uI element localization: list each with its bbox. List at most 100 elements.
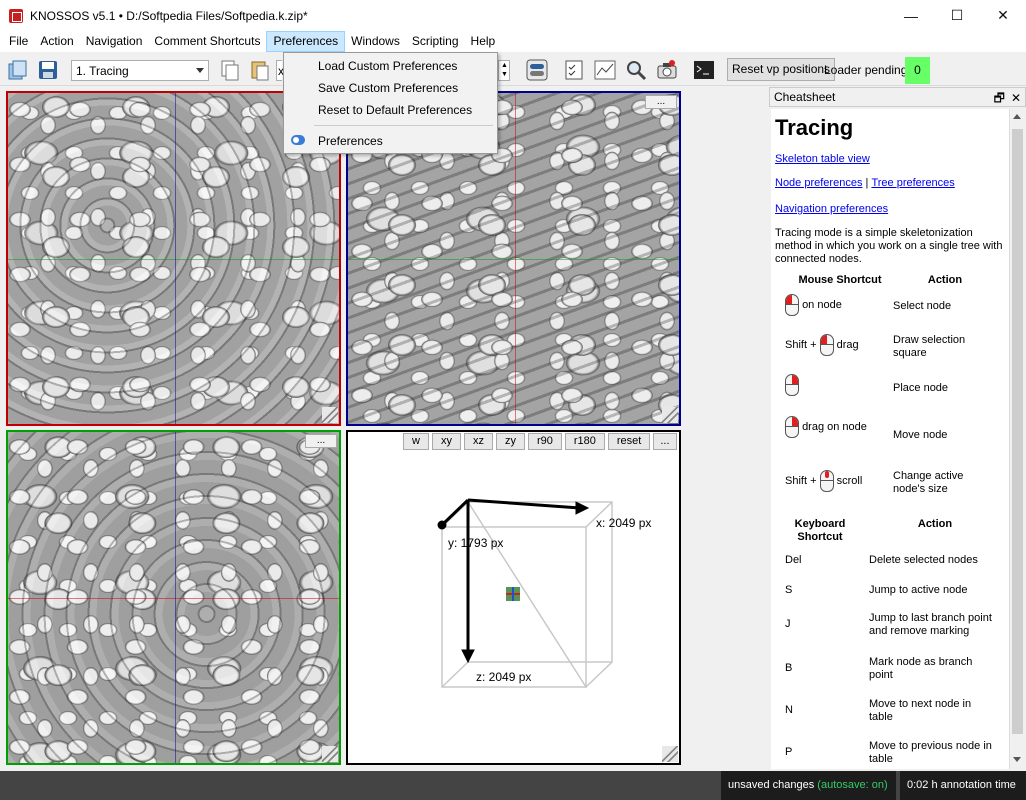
toolbar: 1. Tracing x ▲ ▼ Reset vp positions Load… xyxy=(0,53,1026,86)
open-file-icon[interactable] xyxy=(6,58,30,82)
spinbox[interactable]: ▲ ▼ xyxy=(498,60,510,81)
right-click-mouse-icon xyxy=(785,374,799,396)
menu-save-custom-preferences[interactable]: Save Custom Preferences xyxy=(284,78,497,98)
mouse-shortcut-header: Mouse Shortcut xyxy=(798,274,882,286)
kb-key-p: P xyxy=(785,746,793,758)
resize-handle-icon[interactable] xyxy=(322,407,338,423)
mouse-action-select: Select node xyxy=(893,300,952,312)
title-bar: KNOSSOS v5.1 • D:/Softpedia Files/Softpe… xyxy=(0,0,1026,31)
keyboard-shortcut-header: Keyboard Shortcut xyxy=(794,518,846,543)
loader-pending-count: 0 xyxy=(905,57,930,84)
mouse-row-move: drag on node xyxy=(785,416,875,438)
kb-key-b: B xyxy=(785,662,793,674)
kb-action-p: Move to previous node in table xyxy=(869,740,992,765)
mouse-action-draw-selection: Draw selection square xyxy=(893,334,966,359)
kb-key-j: J xyxy=(785,618,791,630)
toggle-icon[interactable] xyxy=(525,58,549,82)
loader-pending-label: Loader pending: xyxy=(824,63,911,77)
tracing-intro-text: Tracing mode is a simple skeletonization… xyxy=(775,227,1003,265)
partial-combo[interactable]: x xyxy=(276,60,284,81)
mouse-row-draw-selection: Shift + drag xyxy=(785,334,859,356)
scrollbar-thumb[interactable] xyxy=(1012,129,1023,734)
mouse-action-move: Move node xyxy=(893,429,948,441)
resize-handle-icon[interactable] xyxy=(662,746,678,762)
knossos-app-icon xyxy=(9,8,23,23)
mode-select-value: 1. Tracing xyxy=(76,63,129,78)
terminal-icon[interactable] xyxy=(692,58,716,82)
viewport-zy[interactable]: ... xyxy=(6,430,341,765)
copy-icon[interactable] xyxy=(218,58,242,82)
menu-action[interactable]: Action xyxy=(34,31,79,52)
status-bar: unsaved changes (autosave: on) 0:02 h an… xyxy=(0,771,1026,800)
menu-file[interactable]: File xyxy=(3,31,34,52)
zoom-icon[interactable] xyxy=(624,58,648,82)
mode-select[interactable]: 1. Tracing xyxy=(71,60,209,81)
paste-icon[interactable] xyxy=(248,58,272,82)
snapshot-camera-icon[interactable] xyxy=(655,58,679,82)
mouse-action-header: Action xyxy=(927,274,963,286)
cheatsheet-header: Cheatsheet 🗗 ✕ xyxy=(769,87,1026,107)
spin-down-icon[interactable]: ▼ xyxy=(501,71,508,78)
kb-action-b: Mark node as branch point xyxy=(869,656,973,681)
menu-preferences[interactable]: Preferences xyxy=(266,31,346,52)
z-dimension-label: z: 2049 px xyxy=(476,670,532,684)
cheatsheet-panel: Cheatsheet 🗗 ✕ Tracing Skeleton table vi… xyxy=(769,87,1026,771)
menu-navigation[interactable]: Navigation xyxy=(80,31,149,52)
close-window-button[interactable]: ✕ xyxy=(980,0,1026,31)
viewport-area: ... ... w xy xz zy r90 r180 reset ... x:… xyxy=(0,87,768,771)
menu-windows[interactable]: Windows xyxy=(345,31,406,52)
resize-handle-icon[interactable] xyxy=(662,407,678,423)
chevron-down-icon xyxy=(196,68,204,73)
y-dimension-label: y: 1793 px xyxy=(448,536,504,550)
dataset-cube-diagram xyxy=(437,498,613,689)
crosshair-horizontal xyxy=(8,598,339,599)
unsaved-changes-text: unsaved changes xyxy=(728,779,815,791)
x-dimension-label: x: 2049 px xyxy=(596,516,652,530)
resize-handle-icon[interactable] xyxy=(322,746,338,762)
link-tree-preferences[interactable]: Tree preferences xyxy=(871,177,954,189)
viewport-menu-button[interactable]: ... xyxy=(645,95,677,109)
keyboard-action-header: Action xyxy=(917,518,953,530)
chart-icon[interactable] xyxy=(593,58,617,82)
menu-bar: File Action Navigation Comment Shortcuts… xyxy=(0,31,1026,52)
reset-vp-positions-button[interactable]: Reset vp positions xyxy=(727,58,836,81)
mouse-row-resize: Shift + scroll xyxy=(785,470,862,492)
menu-comment-shortcuts[interactable]: Comment Shortcuts xyxy=(148,31,266,52)
mouse-row-select: on node xyxy=(785,294,842,316)
scroll-up-icon[interactable] xyxy=(1013,114,1021,119)
window-title: KNOSSOS v5.1 • D:/Softpedia Files/Softpe… xyxy=(30,8,308,23)
link-skeleton-table[interactable]: Skeleton table view xyxy=(775,153,870,165)
maximize-button[interactable]: ☐ xyxy=(934,0,980,31)
kb-key-n: N xyxy=(785,704,793,716)
menu-separator xyxy=(314,125,493,126)
menu-reset-default-preferences[interactable]: Reset to Default Preferences xyxy=(284,100,497,120)
save-icon[interactable] xyxy=(36,58,60,82)
menu-help[interactable]: Help xyxy=(465,31,502,52)
link-navigation-preferences[interactable]: Navigation preferences xyxy=(775,203,888,215)
close-panel-icon[interactable]: ✕ xyxy=(1011,89,1021,107)
float-panel-icon[interactable]: 🗗 xyxy=(994,89,1005,107)
scroll-wheel-mouse-icon xyxy=(819,470,834,492)
window-controls: — ☐ ✕ xyxy=(888,0,1026,31)
scroll-down-icon[interactable] xyxy=(1013,757,1021,762)
viewport-3d[interactable]: w xy xz zy r90 r180 reset ... x: 2049 px… xyxy=(346,430,681,765)
task-checklist-icon[interactable] xyxy=(562,58,586,82)
menu-preferences-label: Preferences xyxy=(318,134,383,148)
crosshair-vertical xyxy=(515,93,516,424)
spin-up-icon[interactable]: ▲ xyxy=(501,62,508,69)
link-node-preferences[interactable]: Node preferences xyxy=(775,177,862,189)
minimize-button[interactable]: — xyxy=(888,0,934,31)
kb-key-del: Del xyxy=(785,554,802,566)
viewport-menu-button[interactable]: ... xyxy=(305,434,337,448)
preferences-toggle-icon xyxy=(291,135,305,145)
active-node-marker xyxy=(506,587,520,601)
menu-load-custom-preferences[interactable]: Load Custom Preferences xyxy=(284,56,497,76)
crosshair-horizontal xyxy=(348,259,679,260)
shortcut-tables: Mouse Shortcut Action on node Select nod… xyxy=(775,274,1005,765)
mouse-action-place: Place node xyxy=(893,382,949,394)
menu-scripting[interactable]: Scripting xyxy=(406,31,465,52)
annotation-time: 0:02 h annotation time xyxy=(900,771,1026,800)
menu-preferences-dialog[interactable]: Preferences xyxy=(284,131,497,151)
cheatsheet-heading: Tracing xyxy=(775,115,854,140)
cheatsheet-scrollbar[interactable] xyxy=(1009,109,1024,769)
